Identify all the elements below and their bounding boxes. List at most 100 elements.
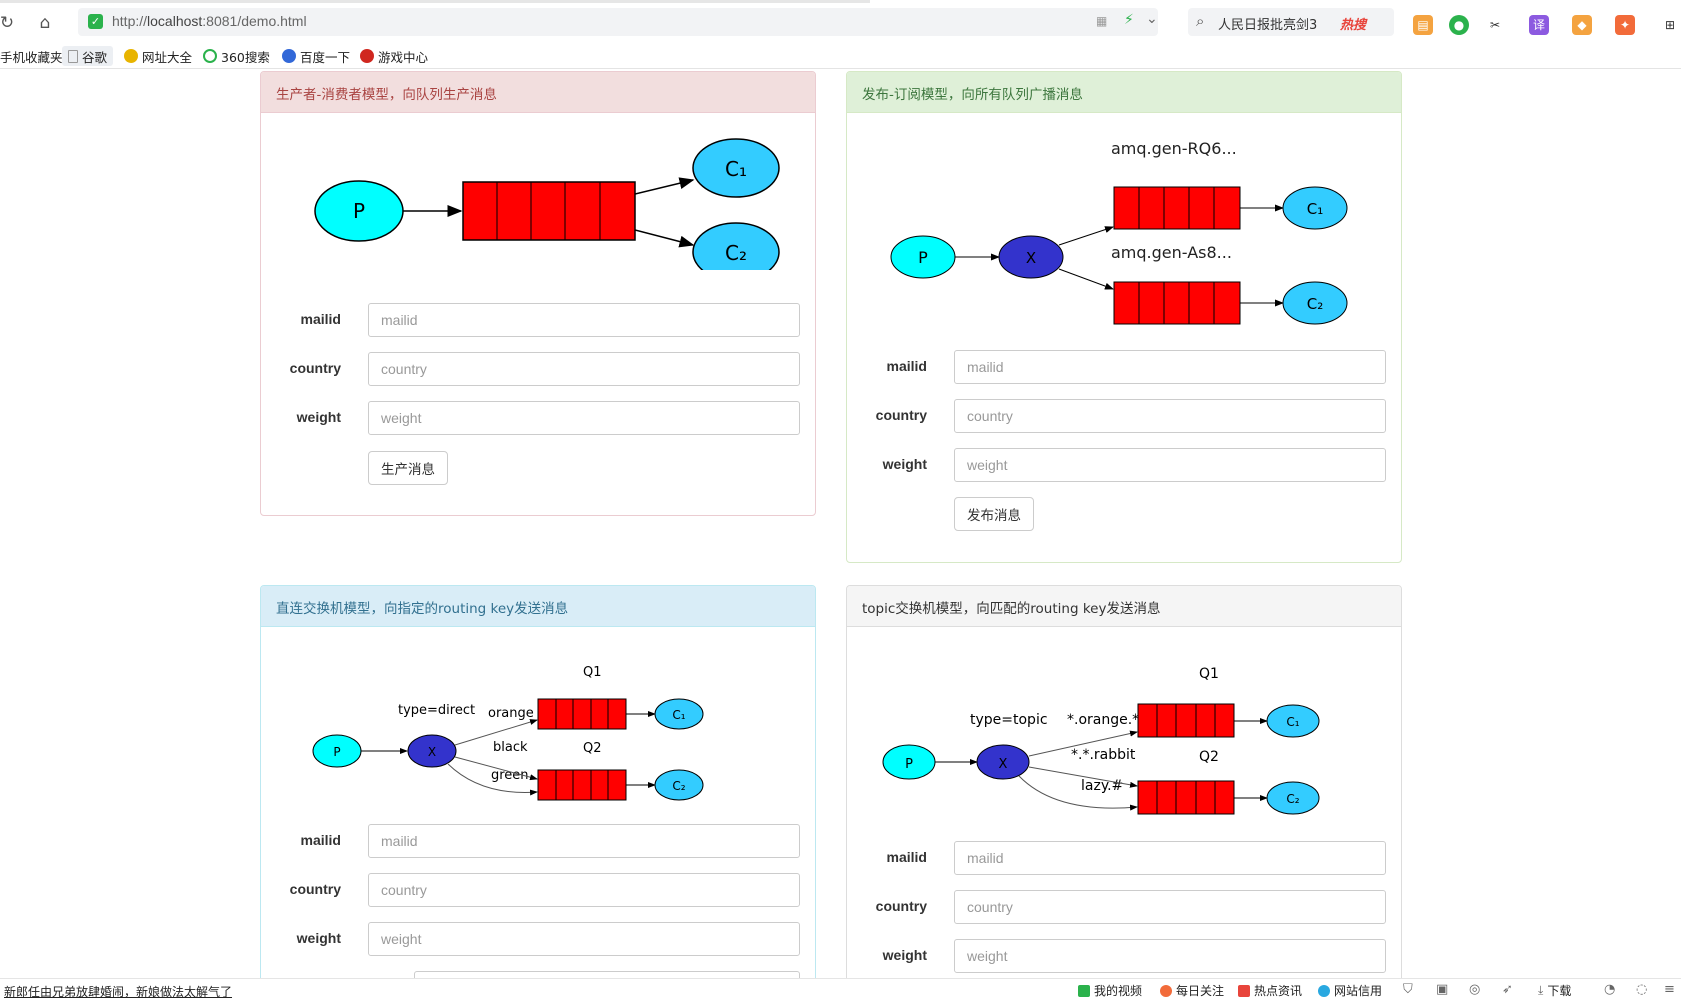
qr-code-icon[interactable]: ▦ [1096, 14, 1107, 28]
grid-icon[interactable]: ⊞ [1660, 15, 1680, 35]
weight-input[interactable] [954, 448, 1386, 482]
queue1-label: amq.gen-RQ6... [1111, 139, 1237, 158]
produce-message-button[interactable]: 生产消息 [368, 451, 448, 485]
mailid-label: mailid [886, 358, 927, 374]
site-credit-item[interactable]: 网站信用 [1318, 982, 1382, 999]
lightning-icon[interactable]: ⚡ [1124, 12, 1134, 28]
consumer1-label: C₁ [725, 157, 747, 181]
home-icon[interactable]: ⌂ [34, 12, 56, 34]
weight-input[interactable] [368, 922, 800, 956]
weight-label: weight [882, 947, 927, 963]
country-row: country [847, 890, 1403, 924]
daily-focus-item[interactable]: 每日关注 [1160, 982, 1224, 999]
bookmark-mobile[interactable]: 手机收藏夹 [0, 46, 63, 66]
page-content: 生产者-消费者模型，向队列生产消息 P C₁ C₂ mailid country… [0, 70, 1681, 978]
weight-row: weight [261, 922, 817, 956]
bookmark-google[interactable]: 谷歌 [62, 46, 114, 66]
producer-panel: 生产者-消费者模型，向队列生产消息 P C₁ C₂ mailid country… [260, 71, 816, 516]
mailid-input[interactable] [368, 303, 800, 337]
baidu-icon [282, 49, 296, 63]
news-icon [1238, 984, 1250, 997]
routing-key-lazy: lazy.# [1081, 778, 1123, 794]
weight-input[interactable] [368, 401, 800, 435]
panel-title: topic交换机模型，向匹配的routing key发送消息 [847, 586, 1401, 627]
speaker-icon[interactable]: ◔ [1604, 982, 1615, 997]
bookmark-daquan[interactable]: 网址大全 [124, 46, 192, 66]
mailid-input[interactable] [954, 350, 1386, 384]
mailid-label: mailid [300, 832, 341, 848]
hot-search-badge[interactable]: 热搜 [1340, 14, 1366, 33]
download-item[interactable]: ⤓ 下载 [1538, 982, 1571, 999]
queue2-node [1113, 281, 1241, 325]
publish-diagram: amq.gen-RQ6... amq.gen-As8... P X C₁ C₂ [890, 139, 1348, 325]
search-query[interactable]: 人民日报批亮剑3 [1218, 14, 1317, 33]
country-input[interactable] [954, 399, 1386, 433]
consumer2-label: C₂ [672, 779, 685, 793]
queue1-node [1113, 186, 1241, 230]
country-row: country [261, 873, 817, 907]
search-box[interactable]: ⌕ 人民日报批亮剑3 热搜 [1188, 8, 1394, 36]
queue1-label: Q1 [583, 665, 602, 680]
fire-icon [1160, 984, 1172, 997]
url-text[interactable]: http://localhost:8081/demo.html [112, 13, 307, 29]
country-input[interactable] [954, 890, 1386, 924]
producer-label: P [353, 199, 365, 223]
weight-input[interactable] [954, 939, 1386, 973]
reload-icon[interactable]: ↻ [0, 12, 18, 34]
security-shield-icon[interactable]: ⛉ [1403, 982, 1413, 997]
routing-key-input[interactable] [414, 971, 800, 978]
queue2-label: amq.gen-As8... [1111, 243, 1232, 262]
weight-row: weight [261, 401, 817, 435]
direct-diagram: Q1 Q2 type=direct orange black green P X… [312, 665, 704, 801]
bookmark-baidu[interactable]: 百度一下 [282, 46, 350, 66]
browser-toolbar: ↻ ⌂ ✓ http://localhost:8081/demo.html ▦ … [0, 5, 1681, 39]
translate-icon[interactable]: 译 [1529, 15, 1549, 35]
video-icon [1078, 984, 1090, 997]
queue2-label: Q2 [583, 741, 602, 756]
mailid-label: mailid [300, 311, 341, 327]
mailid-label: mailid [886, 849, 927, 865]
routing-key-row [261, 971, 817, 978]
country-input[interactable] [368, 352, 800, 386]
mailid-input[interactable] [368, 824, 800, 858]
queue1-node [1137, 703, 1235, 738]
producer-label: P [918, 248, 928, 267]
bookmark-game[interactable]: 游戏中心 [360, 46, 428, 66]
bookmark-360[interactable]: 360搜索 [203, 46, 270, 66]
refresh-circle-icon[interactable]: ◎ [1469, 982, 1480, 997]
queue-node [462, 181, 636, 241]
chat-bubble-icon[interactable]: ◌ [1636, 982, 1647, 997]
mailid-input[interactable] [954, 841, 1386, 875]
exchange-label: X [1026, 249, 1036, 267]
country-label: country [289, 360, 341, 376]
drop-icon [1318, 984, 1330, 997]
calendar-icon[interactable]: ▤ [1413, 15, 1433, 35]
country-input[interactable] [368, 873, 800, 907]
hot-news-item[interactable]: 热点资讯 [1238, 982, 1302, 999]
chevron-down-icon[interactable]: ⌄ [1146, 11, 1158, 27]
consumer2-label: C₂ [1307, 295, 1324, 313]
news-ticker-link[interactable]: 新郎任由兄弟放肆婚闹，新娘做法太解气了 [4, 983, 232, 1000]
360-icon [203, 49, 217, 63]
loading-progress [0, 0, 870, 3]
consumer1-label: C₁ [1307, 200, 1324, 218]
address-bar[interactable]: ✓ http://localhost:8081/demo.html ▦ ⚡ ⌄ [78, 8, 1158, 36]
consumer2-label: C₂ [725, 241, 747, 265]
secure-shield-icon: ✓ [88, 14, 103, 29]
scissors-icon[interactable]: ✂ [1485, 15, 1505, 35]
routing-key-orange: *.orange.* [1067, 712, 1139, 728]
page-icon [68, 49, 78, 63]
my-videos-item[interactable]: 我的视频 [1078, 982, 1142, 999]
publish-message-button[interactable]: 发布消息 [954, 497, 1034, 531]
shield-ext-icon[interactable]: ◆ [1572, 15, 1592, 35]
menu-icon[interactable]: ≡ [1664, 982, 1675, 997]
country-row: country [261, 352, 817, 386]
status-bar: 新郎任由兄弟放肆婚闹，新娘做法太解气了 我的视频 每日关注 热点资讯 网站信用 … [0, 978, 1681, 1001]
queue1-node [537, 698, 627, 730]
rocket-icon[interactable]: ➶ [1502, 982, 1513, 997]
chat-icon[interactable]: ● [1449, 15, 1469, 35]
mailid-row: mailid [847, 841, 1403, 875]
image-icon[interactable]: ▣ [1436, 982, 1448, 997]
weight-label: weight [882, 456, 927, 472]
game-icon[interactable]: ✦ [1615, 15, 1635, 35]
